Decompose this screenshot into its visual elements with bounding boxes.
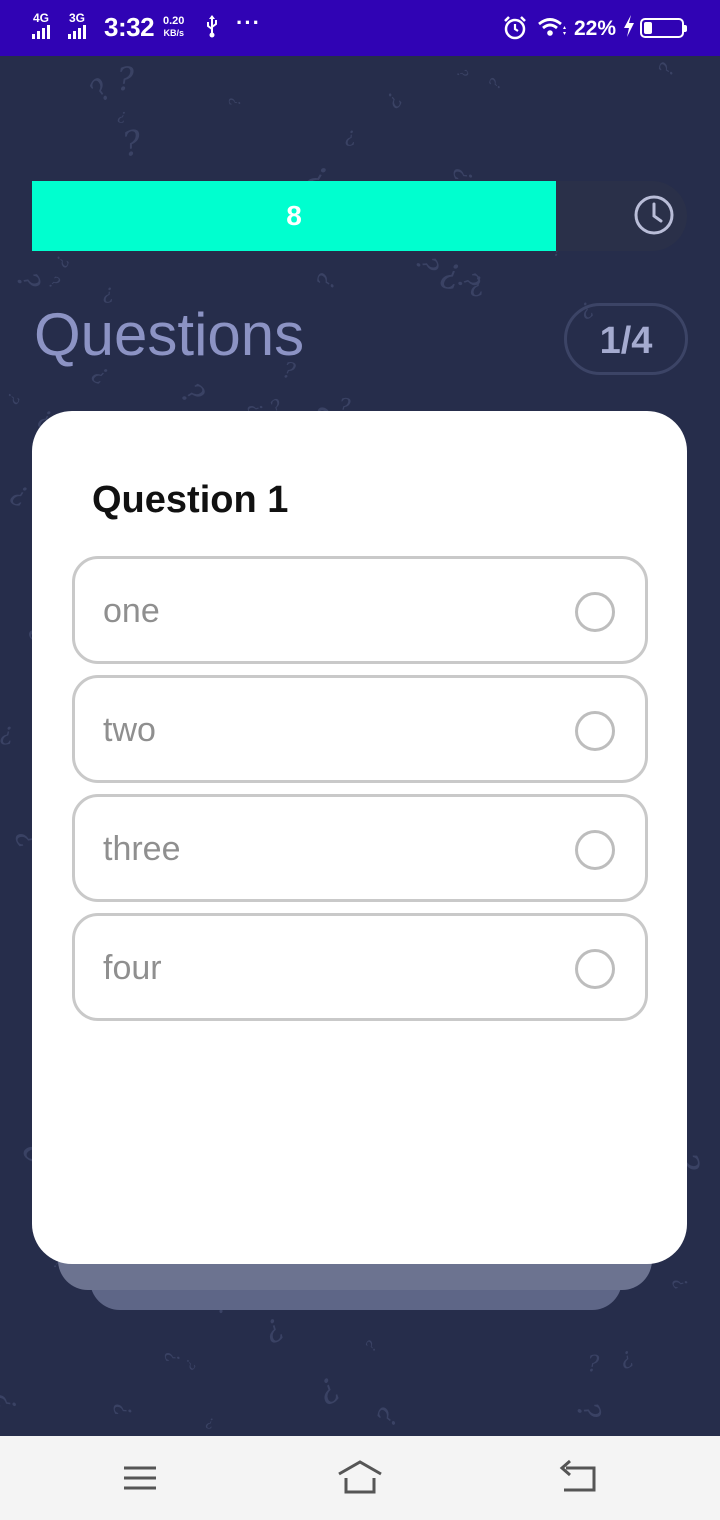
answer-option-label: two — [103, 711, 156, 749]
question-mark-decoration: ¿ — [7, 475, 33, 510]
question-mark-decoration: ¿ — [314, 270, 345, 294]
usb-icon — [204, 14, 220, 44]
answer-option-label: one — [103, 592, 160, 630]
question-mark-decoration: ¿ — [451, 166, 482, 182]
radio-button-icon[interactable] — [575, 830, 615, 870]
network-type-1: 4G — [32, 11, 49, 25]
battery-fill — [644, 22, 652, 34]
question-mark-decoration: ? — [569, 1399, 608, 1424]
network-speed-unit: KB/s — [163, 28, 184, 38]
question-mark-decoration: ? — [116, 59, 135, 99]
network-speed: 0.20 KB/s — [163, 15, 184, 39]
navigation-bar — [0, 1436, 720, 1520]
page-title: Questions — [34, 301, 305, 368]
answer-option-four[interactable]: four — [72, 913, 648, 1021]
question-mark-decoration: ? — [452, 67, 471, 81]
question-mark-decoration: ¿ — [405, 254, 442, 279]
question-mark-decoration: ¿ — [486, 76, 508, 93]
question-mark-decoration: ¿ — [204, 1413, 215, 1431]
answer-option-label: three — [103, 830, 181, 868]
timer-bar: 8 — [32, 181, 687, 251]
menu-icon[interactable] — [120, 1456, 160, 1505]
radio-button-icon[interactable] — [575, 592, 615, 632]
status-time: 3:32 — [104, 12, 155, 42]
answer-option-two[interactable]: two — [72, 675, 648, 783]
question-mark-decoration: ? — [380, 88, 407, 112]
charging-icon — [622, 14, 636, 44]
answer-option-three[interactable]: three — [72, 794, 648, 902]
signal-4g-icon: 4G — [32, 12, 50, 39]
question-mark-decoration: ¿ — [656, 60, 683, 80]
question-mark-decoration: ? — [343, 125, 357, 151]
clock-icon — [632, 193, 676, 242]
question-mark-decoration: ¿ — [0, 1393, 25, 1410]
timer-value: 8 — [286, 200, 302, 231]
question-mark-decoration: ? — [2, 390, 24, 407]
question-counter: 1/4 — [564, 303, 688, 375]
question-mark-decoration: ¿ — [616, 1343, 636, 1372]
question-mark-decoration: ? — [82, 72, 120, 109]
question-mark-decoration: ¿ — [0, 717, 14, 747]
question-mark-decoration: ¿ — [363, 1338, 383, 1356]
question-card: Question 1 one two three four — [32, 411, 687, 1264]
battery-icon — [640, 18, 687, 38]
radio-button-icon[interactable] — [575, 711, 615, 751]
question-mark-decoration: ¿ — [256, 1308, 288, 1347]
question-mark-decoration: ? — [119, 122, 145, 166]
question-mark-decoration: ¿ — [6, 270, 44, 296]
more-notifications-icon: ··· — [236, 10, 261, 35]
home-icon[interactable] — [336, 1456, 384, 1505]
question-mark-decoration: ¿ — [116, 105, 128, 125]
question-mark-decoration: ¿ — [588, 1353, 600, 1378]
battery-percent: 22% — [574, 17, 617, 40]
question-mark-decoration: ¿ — [111, 1401, 139, 1417]
answer-option-label: four — [103, 949, 162, 987]
network-type-2: 3G — [68, 11, 85, 25]
question-mark-decoration: ? — [173, 376, 211, 413]
question-mark-decoration: ¿ — [44, 274, 62, 295]
question-mark-decoration: ? — [225, 97, 245, 107]
question-mark-decoration: ? — [50, 252, 73, 270]
wifi-icon — [537, 17, 567, 44]
question-mark-decoration: ? — [371, 1403, 406, 1432]
network-speed-value: 0.20 — [163, 15, 185, 27]
answer-option-one[interactable]: one — [72, 556, 648, 664]
question-mark-decoration: ? — [311, 1369, 347, 1412]
alarm-icon — [503, 16, 527, 45]
question-mark-decoration: ¿ — [669, 1272, 695, 1292]
signal-3g-icon: 3G — [68, 12, 86, 39]
radio-button-icon[interactable] — [575, 949, 615, 989]
question-title: Question 1 — [92, 479, 289, 521]
status-bar: 4G 3G 3:32 0.20 KB/s ··· 22% — [0, 0, 720, 56]
back-icon[interactable] — [556, 1456, 600, 1505]
